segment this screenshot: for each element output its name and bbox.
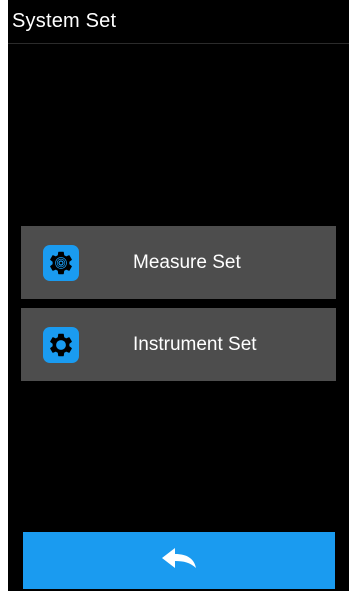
gear-icon [43, 327, 79, 363]
instrument-set-label: Instrument Set [133, 333, 257, 355]
back-button[interactable] [23, 532, 335, 589]
measure-set-label: Measure Set [133, 251, 241, 273]
screen: System Set Measure Set Instrument Set [0, 0, 357, 597]
instrument-set-button[interactable]: Instrument Set [21, 308, 336, 381]
target-gear-icon [43, 245, 79, 281]
page-title: System Set [12, 10, 117, 32]
title-bar: System Set [8, 0, 349, 44]
measure-set-button[interactable]: Measure Set [21, 226, 336, 299]
back-arrow-icon [159, 546, 199, 575]
